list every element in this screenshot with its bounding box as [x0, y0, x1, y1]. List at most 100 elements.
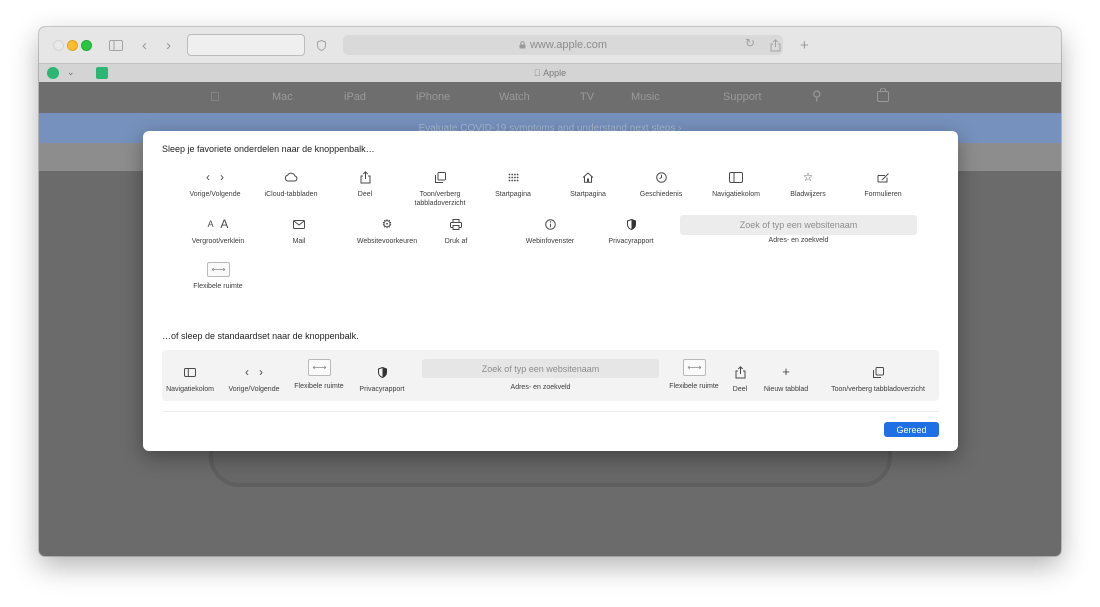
back-chevron-icon[interactable]: ‹ [142, 36, 147, 54]
address-search-field-item[interactable]: Zoek of typ een websitenaam [680, 215, 917, 235]
apple-logo-icon:  [534, 68, 541, 78]
toolbar-item-bookmarks[interactable]: ☆ Bladwijzers [783, 169, 833, 199]
nav-mac[interactable]: Mac [272, 91, 293, 103]
default-item-sidebar: Navigatiekolom [160, 364, 220, 394]
item-label: Nieuw tabblad [763, 386, 809, 393]
site-navigation:  Mac iPad iPhone Watch TV Music Support… [39, 82, 1061, 113]
mail-icon [293, 216, 305, 232]
default-item-privacy-report: Privacyrapport [352, 364, 412, 394]
tab-overview-icon [434, 169, 446, 185]
browser-toolbar: ‹ › www.apple.com ↻ + [39, 27, 1061, 63]
item-label: Privacyrapport [359, 386, 405, 393]
shield-icon [377, 364, 387, 380]
toolbar-item-flexible-space[interactable]: Flexibele ruimte [188, 262, 248, 291]
item-label: Privacyrapport [608, 238, 654, 245]
home-icon [582, 169, 594, 185]
active-tab[interactable]:  Apple [39, 68, 1061, 78]
item-label: Flexibele ruimte [193, 283, 243, 290]
close-window-button[interactable] [53, 40, 64, 51]
done-button[interactable]: Gereed [884, 422, 939, 437]
item-label: Websitevoorkeuren [356, 238, 418, 245]
default-address-search-field: Zoek of typ een websitenaam [422, 359, 659, 378]
toolbar-item-sidebar[interactable]: Navigatiekolom [703, 169, 769, 199]
item-label: Mail [292, 238, 306, 245]
toolbar-item-mail[interactable]: Mail [284, 216, 314, 246]
address-bar[interactable]: www.apple.com [343, 35, 783, 55]
gear-icon: ⚙ [381, 217, 393, 231]
zoom-icon: A A [208, 216, 229, 232]
reload-icon[interactable]: ↻ [745, 36, 755, 50]
default-item-share: Deel [728, 364, 752, 394]
toolbar-item-autofill[interactable]: Formulieren [845, 169, 921, 199]
item-label: Toon/verberg tabbladoverzicht [414, 191, 466, 207]
item-label: Webinfovenster [525, 238, 575, 245]
nav-iphone[interactable]: iPhone [416, 91, 450, 103]
nav-music[interactable]: Music [631, 91, 660, 103]
cloud-icon [284, 169, 298, 185]
nav-ipad[interactable]: iPad [344, 91, 366, 103]
toolbar-item-website-settings[interactable]: ⚙ Websitevoorkeuren [347, 216, 427, 246]
toolbar-item-print[interactable]: Druk af [436, 216, 476, 246]
star-icon: ☆ [802, 170, 814, 184]
nav-support[interactable]: Support [723, 91, 762, 103]
autofill-icon [877, 169, 890, 185]
nav-tv[interactable]: TV [580, 91, 594, 103]
default-item-new-tab: + Nieuw tabblad [756, 364, 816, 394]
minimize-window-button[interactable] [67, 40, 78, 51]
zoom-window-button[interactable] [81, 40, 92, 51]
default-set-title: …of sleep de standaardset naar de knoppe… [162, 331, 359, 341]
forward-chevron-icon[interactable]: › [166, 36, 171, 54]
privacy-shield-icon[interactable] [317, 36, 326, 54]
share-icon [735, 364, 746, 380]
site-search-icon[interactable]: ⚲ [812, 88, 822, 104]
toolbar-item-tab-overview[interactable]: Toon/verberg tabbladoverzicht [405, 169, 475, 208]
toolbar-item-icloud-tabs[interactable]: iCloud-tabbladen [254, 169, 328, 199]
item-label: Druk af [444, 238, 468, 245]
bag-icon[interactable] [877, 87, 889, 105]
default-item-back-forward: ‹ › Vorige/Volgende [222, 364, 286, 394]
customize-toolbar-sheet: Sleep je favoriete onderdelen naar de kn… [143, 131, 958, 451]
zoom-small-glyph: A [207, 219, 214, 229]
product-image [209, 451, 892, 487]
toolbar-item-start-page-home[interactable]: Startpagina [563, 169, 613, 199]
item-label: Bladwijzers [790, 191, 826, 198]
share-toolbar-icon[interactable] [770, 36, 781, 54]
zoom-large-glyph: A [220, 217, 229, 231]
toolbar-item-web-inspector[interactable]: Webinfovenster [515, 216, 585, 246]
toolbar-drop-placeholder [187, 34, 305, 56]
default-set-bar[interactable]: Navigatiekolom ‹ › Vorige/Volgende Flexi… [162, 350, 939, 401]
item-label: Startpagina [495, 191, 531, 198]
search-placeholder: Zoek of typ een websitenaam [481, 363, 600, 374]
toolbar-item-share[interactable]: Deel [345, 169, 385, 199]
toolbar-item-start-page-grid[interactable]: Startpagina [488, 169, 538, 199]
share-icon [360, 169, 371, 185]
default-item-tab-overview: Toon/verberg tabbladoverzicht [818, 364, 938, 394]
default-address-search-label: Adres- en zoekveld [510, 384, 571, 391]
toolbar-item-privacy-report[interactable]: Privacyrapport [601, 216, 661, 246]
plus-icon: + [782, 364, 790, 379]
item-label: Deel [732, 386, 748, 393]
nav-watch[interactable]: Watch [499, 91, 530, 103]
sheet-title: Sleep je favoriete onderdelen naar de kn… [162, 144, 375, 154]
item-label: Vorige/Volgende [228, 386, 280, 393]
new-tab-plus-icon[interactable]: + [800, 36, 809, 54]
item-label: Flexibele ruimte [294, 383, 344, 390]
tab-title: Apple [538, 68, 566, 78]
item-label: Startpagina [570, 191, 606, 198]
apple-nav-logo-icon[interactable]:  [210, 89, 220, 104]
toolbar-item-zoom[interactable]: A A Vergroot/verklein [183, 216, 253, 246]
item-label: Flexibele ruimte [669, 383, 719, 390]
sidebar-toggle-icon[interactable] [109, 36, 123, 54]
toolbar-item-back-forward[interactable]: ‹ › Vorige/Volgende [180, 169, 250, 199]
item-label: iCloud-tabbladen [264, 191, 318, 198]
item-label: Toon/verberg tabbladoverzicht [831, 386, 925, 393]
item-label: Geschiedenis [639, 191, 683, 198]
back-forward-icon: ‹ › [206, 170, 224, 184]
tab-overview-icon [872, 364, 884, 380]
flexible-space-icon [682, 359, 706, 376]
toolbar-item-history[interactable]: Geschiedenis [633, 169, 689, 199]
item-label: Vorige/Volgende [189, 191, 241, 198]
item-label: Vergroot/verklein [191, 238, 245, 245]
item-label: Navigatiekolom [166, 386, 214, 393]
search-placeholder: Zoek of typ een websitenaam [739, 220, 858, 230]
